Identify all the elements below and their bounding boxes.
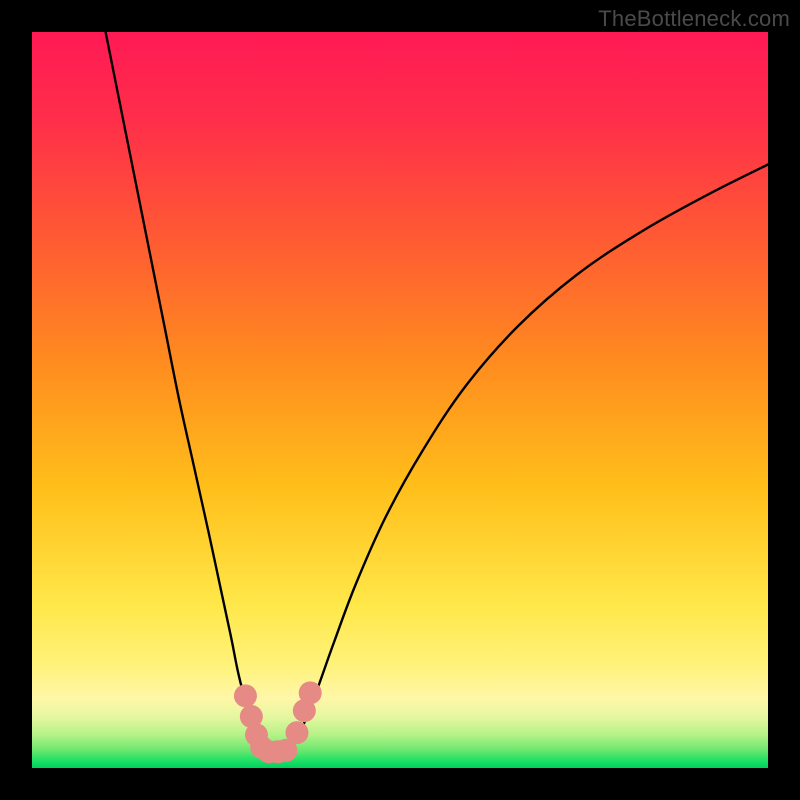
chart-frame: TheBottleneck.com [0, 0, 800, 800]
plot-area [32, 32, 768, 768]
watermark-text: TheBottleneck.com [598, 6, 790, 32]
valley-markers [234, 681, 322, 763]
bottleneck-curve [106, 32, 768, 754]
valley-marker [234, 684, 257, 707]
curve-layer [32, 32, 768, 768]
valley-marker [285, 721, 308, 744]
valley-marker [299, 681, 322, 704]
